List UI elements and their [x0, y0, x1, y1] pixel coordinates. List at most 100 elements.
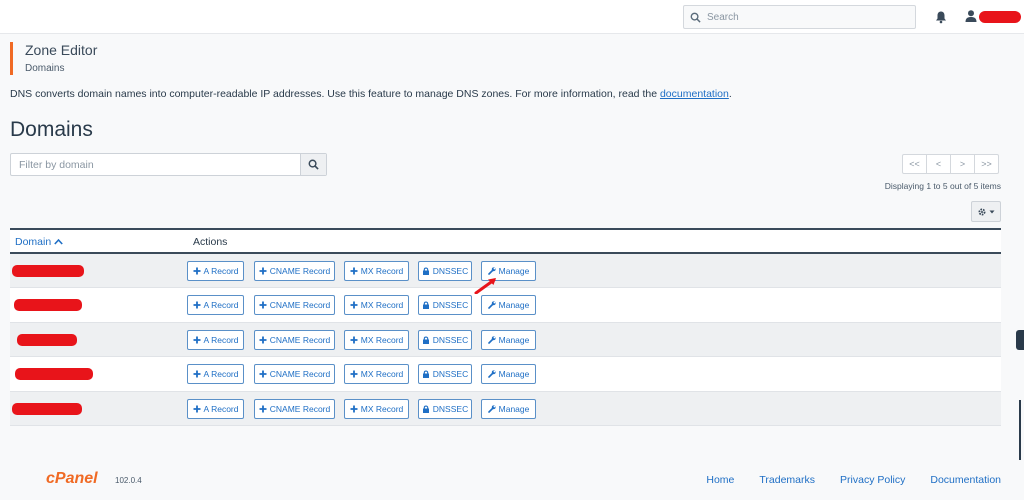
domains-table: Domain Actions A Record CNAME Record MX Re… — [10, 228, 1001, 426]
footer-links: Home Trademarks Privacy Policy Documenta… — [706, 474, 1001, 486]
add-cname-record-button[interactable]: CNAME Record — [254, 398, 335, 419]
filter-search-button[interactable] — [300, 154, 326, 175]
sort-by-domain[interactable]: Domain — [15, 236, 63, 248]
caret-down-icon — [989, 210, 995, 213]
redacted-domain-name — [14, 299, 82, 312]
manage-button[interactable]: Manage — [481, 295, 536, 316]
version-number: 102.0.4 — [115, 476, 142, 485]
scroll-edge-indicator — [1019, 400, 1021, 460]
table-row: A Record CNAME Record MX Record DNSSEC Manag… — [10, 357, 1001, 392]
dnssec-button[interactable]: DNSSEC — [418, 295, 472, 316]
lock-icon — [422, 336, 429, 344]
table-header: Domain Actions — [10, 228, 1001, 254]
plus-icon — [193, 405, 201, 413]
plus-icon — [259, 370, 267, 378]
domain-filter — [10, 153, 327, 176]
wrench-icon — [487, 267, 496, 275]
plus-icon — [350, 267, 358, 275]
footer-link-privacy-policy[interactable]: Privacy Policy — [840, 474, 905, 486]
lock-icon — [422, 370, 429, 379]
footer-link-home[interactable]: Home — [706, 474, 734, 486]
search-box[interactable] — [683, 5, 916, 29]
side-widget-tab[interactable] — [1016, 330, 1024, 350]
add-mx-record-button[interactable]: MX Record — [344, 295, 409, 316]
plus-icon — [259, 267, 267, 275]
gear-icon — [978, 208, 986, 215]
add-cname-record-button[interactable]: CNAME Record — [254, 261, 335, 281]
page-title-block: Zone Editor Domains — [10, 42, 97, 75]
wrench-icon — [487, 336, 496, 344]
search-input[interactable] — [707, 11, 897, 23]
displaying-count: Displaying 1 to 5 out of 5 items — [884, 181, 1001, 191]
actions-header: Actions — [193, 236, 228, 248]
add-a-record-button[interactable]: A Record — [187, 261, 244, 281]
wrench-icon — [487, 370, 496, 378]
table-row: A Record CNAME Record MX Record DNSSEC Manag… — [10, 288, 1001, 323]
add-a-record-button[interactable]: A Record — [187, 398, 244, 419]
redacted-domain-name — [15, 368, 93, 381]
redacted-domain-name — [17, 333, 77, 346]
plus-icon — [350, 301, 358, 309]
footer-link-documentation[interactable]: Documentation — [930, 474, 1001, 486]
add-a-record-button[interactable]: A Record — [187, 329, 244, 350]
add-cname-record-button[interactable]: CNAME Record — [254, 329, 335, 350]
plus-icon — [350, 370, 358, 378]
dnssec-button[interactable]: DNSSEC — [418, 398, 472, 419]
manage-button[interactable]: Manage — [481, 398, 536, 419]
lock-icon — [422, 301, 429, 310]
table-row: A Record CNAME Record MX Record DNSSEC Manag… — [10, 391, 1001, 426]
manage-button[interactable]: Manage — [481, 364, 536, 385]
lock-icon — [422, 405, 429, 413]
footer-link-trademarks[interactable]: Trademarks — [759, 474, 815, 486]
pager-first[interactable]: << — [902, 154, 927, 174]
plus-icon — [259, 301, 267, 309]
plus-icon — [193, 336, 201, 344]
add-a-record-button[interactable]: A Record — [187, 295, 244, 316]
documentation-link[interactable]: documentation — [660, 88, 729, 100]
redacted-username[interactable] — [979, 11, 1021, 23]
page-description: DNS converts domain names into computer-… — [10, 88, 732, 100]
plus-icon — [193, 370, 201, 378]
domains-heading: Domains — [10, 118, 93, 141]
search-icon — [690, 12, 701, 23]
page-subtitle: Domains — [25, 63, 65, 74]
top-bar — [0, 0, 1024, 34]
dnssec-button[interactable]: DNSSEC — [418, 261, 472, 281]
add-a-record-button[interactable]: A Record — [187, 364, 244, 385]
manage-button[interactable]: Manage — [481, 329, 536, 350]
filter-input[interactable] — [11, 154, 300, 175]
cpanel-logo[interactable]: cPanel — [46, 470, 98, 488]
red-arrow-pointer-icon — [474, 278, 496, 294]
lock-icon — [422, 267, 429, 275]
redacted-domain-name — [12, 402, 82, 415]
add-cname-record-button[interactable]: CNAME Record — [254, 364, 335, 385]
plus-icon — [193, 267, 201, 275]
table-row: A Record CNAME Record MX Record DNSSEC Manag… — [10, 254, 1001, 289]
pager-last[interactable]: >> — [974, 154, 999, 174]
plus-icon — [193, 301, 201, 309]
plus-icon — [350, 336, 358, 344]
dnssec-button[interactable]: DNSSEC — [418, 364, 472, 385]
sort-up-icon — [54, 238, 63, 245]
pager-prev[interactable]: < — [926, 154, 951, 174]
redacted-domain-name — [12, 265, 84, 277]
add-cname-record-button[interactable]: CNAME Record — [254, 295, 335, 316]
bell-icon[interactable] — [934, 10, 948, 24]
footer: cPanel 102.0.4 Home Trademarks Privacy P… — [0, 460, 1024, 500]
user-icon[interactable] — [964, 9, 978, 23]
dnssec-button[interactable]: DNSSEC — [418, 329, 472, 350]
page-title: Zone Editor — [25, 42, 98, 58]
pagination: << < > >> — [902, 154, 999, 174]
add-mx-record-button[interactable]: MX Record — [344, 364, 409, 385]
wrench-icon — [487, 404, 496, 413]
add-mx-record-button[interactable]: MX Record — [344, 398, 409, 419]
pager-next[interactable]: > — [950, 154, 975, 174]
add-mx-record-button[interactable]: MX Record — [344, 261, 409, 281]
plus-icon — [259, 405, 267, 413]
search-icon — [308, 159, 319, 170]
add-mx-record-button[interactable]: MX Record — [344, 329, 409, 350]
settings-dropdown-button[interactable] — [971, 201, 1001, 222]
plus-icon — [259, 336, 267, 344]
table-row: A Record CNAME Record MX Record DNSSEC Manag… — [10, 322, 1001, 358]
wrench-icon — [487, 301, 496, 310]
